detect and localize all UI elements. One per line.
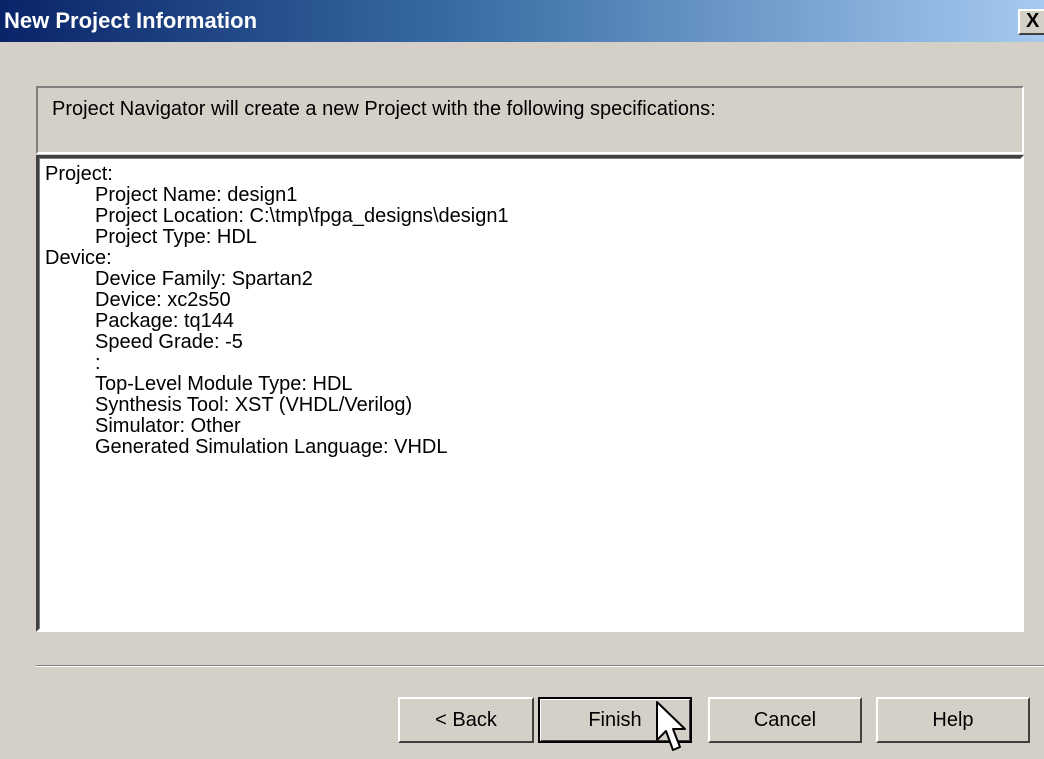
specifications-textbox[interactable]: Project: Project Name: design1 Project Loc…: [36, 155, 1024, 632]
help-button[interactable]: Help: [876, 697, 1030, 743]
info-text: Project Navigator will create a new Proj…: [52, 98, 716, 120]
specifications-list: Project: Project Name: design1 Project Loc…: [45, 164, 509, 458]
spec-line: Generated Simulation Language: VHDL: [95, 436, 448, 458]
spec-line: Top-Level Module Type: HDL: [95, 373, 353, 395]
info-panel: Project Navigator will create a new Proj…: [36, 86, 1024, 154]
close-icon: X: [1026, 10, 1040, 32]
spec-line: Device: xc2s50: [95, 289, 231, 311]
close-button[interactable]: X: [1018, 9, 1044, 35]
spec-line: Synthesis Tool: XST (VHDL/Verilog): [95, 394, 413, 416]
spec-line: Project:: [45, 163, 113, 185]
spec-line: Device:: [45, 247, 112, 269]
spec-line: Project Name: design1: [95, 184, 298, 206]
spec-line: Package: tq144: [95, 310, 234, 332]
back-button[interactable]: < Back: [398, 697, 534, 743]
dialog-title: New Project Information: [4, 8, 258, 33]
spec-line: Device Family: Spartan2: [95, 268, 313, 290]
new-project-information-dialog: New Project Information X Project Naviga…: [0, 0, 1044, 759]
spec-line: Speed Grade: -5: [95, 331, 243, 353]
cancel-button[interactable]: Cancel: [708, 697, 862, 743]
spec-line: :: [95, 352, 101, 374]
spec-line: Project Type: HDL: [95, 226, 257, 248]
separator: [36, 665, 1044, 667]
mouse-pointer-icon: [656, 701, 686, 751]
spec-line: Project Location: C:\tmp\fpga_designs\de…: [95, 205, 509, 227]
spec-line: Simulator: Other: [95, 415, 241, 437]
title-bar[interactable]: New Project Information X: [0, 0, 1044, 42]
